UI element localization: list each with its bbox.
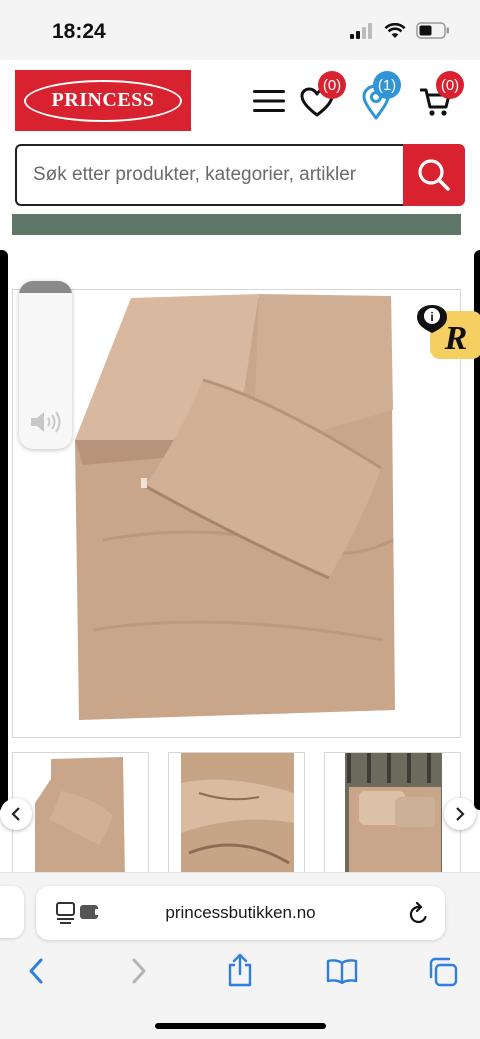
search-icon [418,159,450,191]
promo-banner-strip[interactable] [12,214,461,235]
wishlist-count-badge: (0) [318,71,346,99]
wishlist-button[interactable]: (0) [300,71,346,122]
bookmarks-icon[interactable] [326,958,358,984]
menu-button[interactable] [252,88,286,119]
thumbnail-bed-closeup [169,753,304,881]
recommendation-badge[interactable]: R i [416,303,480,361]
back-icon[interactable] [26,957,46,985]
status-time: 18:24 [52,20,106,43]
logo-text: PRINCESS [51,89,155,111]
thumbnail-3[interactable] [324,752,461,882]
thumbnail-carousel [0,752,476,882]
forward-icon[interactable] [129,957,149,985]
svg-text:R: R [444,320,468,357]
reload-icon[interactable] [408,902,430,926]
home-indicator [155,1023,326,1029]
princess-logo[interactable]: PRINCESS [15,70,191,131]
search-button[interactable] [403,144,465,206]
audio-reader-widget[interactable] [19,281,72,449]
chevron-left-icon [11,807,20,821]
speaker-icon[interactable] [29,409,63,435]
info-icon: R i [417,305,480,359]
cellular-signal-icon [350,22,372,39]
stores-count-badge: (1) [373,71,401,99]
duvet-set-illustration [75,294,395,720]
address-bar[interactable]: princessbutikken.no [36,886,445,940]
product-main-image[interactable] [12,289,461,738]
share-icon[interactable] [226,953,254,987]
audio-widget-handle[interactable] [19,281,72,293]
status-icons [350,22,450,39]
battery-icon [416,22,449,39]
cart-button[interactable]: (0) [419,71,464,122]
svg-text:i: i [430,310,433,324]
thumbnail-1[interactable] [12,752,149,882]
chevron-right-icon [456,807,465,821]
browser-bottom-bar: princessbutikken.no [0,872,480,1039]
carousel-prev-button[interactable] [0,798,32,830]
stores-button[interactable]: (1) [361,71,401,125]
logo-oval: PRINCESS [24,79,182,122]
thumbnail-2[interactable] [168,752,305,882]
screen-edge-left [0,250,8,810]
site-header: PRINCESS (0) (1) (0) [0,60,480,214]
previous-tab-preview[interactable] [0,886,24,938]
thumbnail-bedroom-scene [325,753,460,881]
menu-icon [253,90,285,112]
thumbnail-duvet-illustration [35,757,125,881]
url-text: princessbutikken.no [165,903,316,922]
cart-count-badge: (0) [436,71,464,99]
tabs-icon[interactable] [428,957,458,987]
search-input[interactable] [15,144,403,206]
carousel-next-button[interactable] [444,798,476,830]
wifi-icon [384,22,406,38]
status-bar: 18:24 [0,0,480,60]
search-bar [15,144,465,206]
